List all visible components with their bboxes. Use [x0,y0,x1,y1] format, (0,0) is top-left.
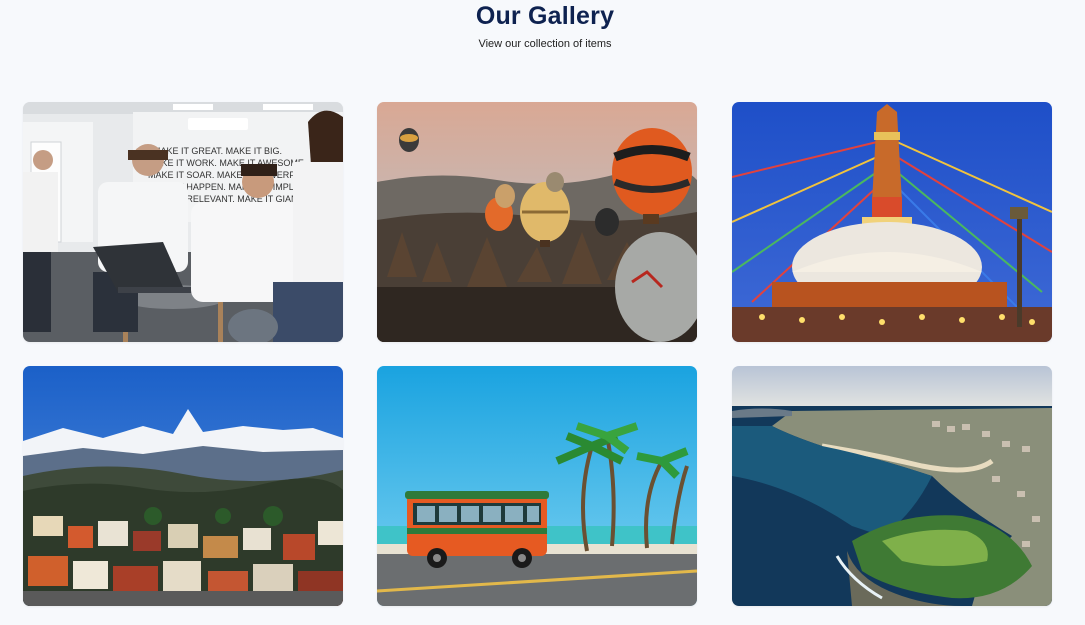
hot-air-balloons-image [377,102,697,342]
gallery-item-office-meeting[interactable]: MAKE IT GREAT. MAKE IT BIG. MAKE IT WORK… [23,102,343,342]
svg-text:MAKE IT SOAR. MAKE IT POWERFUL: MAKE IT SOAR. MAKE IT POWERFUL. [148,170,309,180]
coastal-bay-image [732,366,1052,606]
svg-text:MAKE IT WORK. MAKE IT AWESOME.: MAKE IT WORK. MAKE IT AWESOME. [148,158,306,168]
gallery-item-coastal-bay[interactable] [732,366,1052,606]
svg-text:MAKE IT GREAT. MAKE IT BIG.: MAKE IT GREAT. MAKE IT BIG. [153,146,282,156]
gallery-item-mountain-town[interactable] [23,366,343,606]
gallery-grid: MAKE IT GREAT. MAKE IT BIG. MAKE IT WORK… [23,102,1053,607]
mountain-town-image [23,366,343,606]
gallery-item-hot-air-balloons[interactable] [377,102,697,342]
gallery-item-trolley-bus[interactable] [377,366,697,606]
page-title: Our Gallery [475,2,615,30]
office-meeting-image: MAKE IT GREAT. MAKE IT BIG. MAKE IT WORK… [23,102,343,342]
trolley-bus-image [377,366,697,606]
gallery-item-stupa[interactable] [732,102,1052,342]
page-subtitle: View our collection of items [478,38,612,50]
stupa-image [732,102,1052,342]
